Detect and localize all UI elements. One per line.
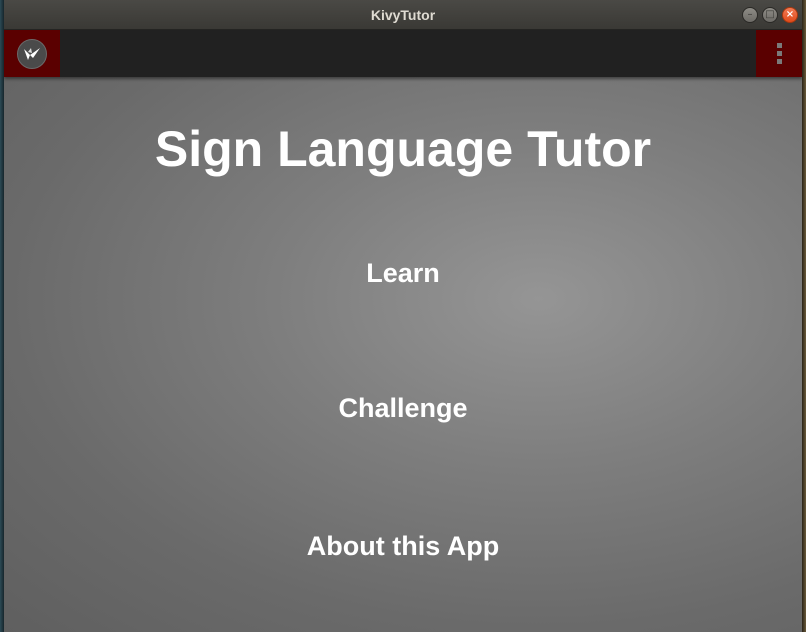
close-button[interactable]: × xyxy=(782,7,798,23)
minimize-button[interactable]: – xyxy=(742,7,758,23)
minimize-icon: – xyxy=(747,9,753,20)
app-window: KivyTutor – □ × Sign Language Tutor Lear… xyxy=(4,0,802,632)
toolbar-logo-button[interactable] xyxy=(4,30,60,77)
close-icon: × xyxy=(785,9,795,20)
app-toolbar xyxy=(4,30,802,77)
learn-button[interactable]: Learn xyxy=(356,255,450,291)
kivy-logo-glyph xyxy=(24,47,40,60)
overflow-menu-button[interactable] xyxy=(756,30,802,77)
window-titlebar[interactable]: KivyTutor – □ × xyxy=(4,0,802,30)
about-app-button[interactable]: About this App xyxy=(297,528,509,564)
challenge-button[interactable]: Challenge xyxy=(328,390,477,426)
maximize-icon: □ xyxy=(765,9,775,20)
maximize-button[interactable]: □ xyxy=(762,7,778,23)
main-screen: Sign Language Tutor Learn Challenge Abou… xyxy=(4,77,802,632)
more-vert-icon xyxy=(776,43,782,64)
window-controls: – □ × xyxy=(742,7,798,23)
kivy-logo-icon xyxy=(17,38,47,69)
window-title: KivyTutor xyxy=(370,7,436,23)
page-title: Sign Language Tutor xyxy=(154,121,652,177)
